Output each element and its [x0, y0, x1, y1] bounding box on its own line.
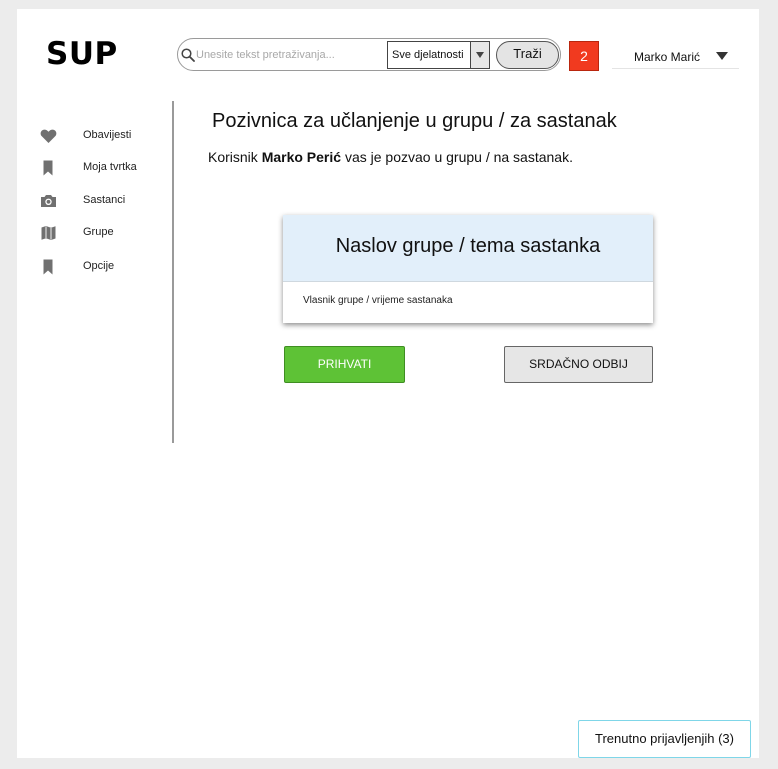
decline-button[interactable]: SRDAČNO ODBIJ	[504, 346, 653, 383]
invite-prefix: Korisnik	[208, 149, 262, 165]
category-select-value: Sve djelatnosti	[392, 49, 464, 61]
card-title: Naslov grupe / tema sastanka	[335, 235, 601, 257]
bookmark-icon	[43, 259, 53, 275]
invitation-card: Naslov grupe / tema sastanka Vlasnik gru…	[283, 215, 653, 323]
category-select[interactable]: Sve djelatnosti	[387, 41, 490, 69]
online-users-button[interactable]: Trenutno prijavljenjih (3)	[578, 720, 751, 758]
sidebar-item-label: Obavijesti	[83, 129, 132, 141]
accept-button[interactable]: PRIHVATI	[284, 346, 405, 383]
chevron-down-icon[interactable]	[470, 42, 489, 68]
map-icon	[41, 226, 56, 240]
sidebar-item-label: Opcije	[83, 260, 115, 272]
caret-down-icon[interactable]	[716, 52, 728, 60]
camera-icon	[41, 195, 56, 207]
sidebar-item-label: Grupe	[83, 226, 114, 238]
page-title: Pozivnica za učlanjenje u grupu / za sas…	[212, 110, 617, 132]
sidebar-divider	[172, 101, 174, 443]
search-icon	[181, 48, 195, 62]
search-input[interactable]	[196, 44, 384, 66]
inviter-name: Marko Perić	[261, 149, 342, 165]
card-subtitle: Vlasnik grupe / vrijeme sastanaka	[303, 295, 453, 306]
sidebar-item-label: Sastanci	[83, 194, 126, 206]
bookmark-icon	[43, 160, 53, 176]
user-menu[interactable]: Marko Marić	[612, 44, 739, 69]
invite-message: Korisnik Marko Perić vas je pozvao u gru…	[208, 149, 573, 165]
search-button[interactable]: Traži	[496, 41, 559, 69]
sidebar-item-label: Moja tvrtka	[83, 161, 137, 173]
app-logo: SUP	[46, 36, 118, 72]
heart-icon	[40, 129, 57, 143]
notification-badge[interactable]: 2	[569, 41, 599, 71]
card-header: Naslov grupe / tema sastanka	[283, 215, 653, 282]
invite-suffix: vas je pozvao u grupu / na sastanak.	[341, 149, 573, 165]
user-name: Marko Marić	[634, 50, 701, 64]
